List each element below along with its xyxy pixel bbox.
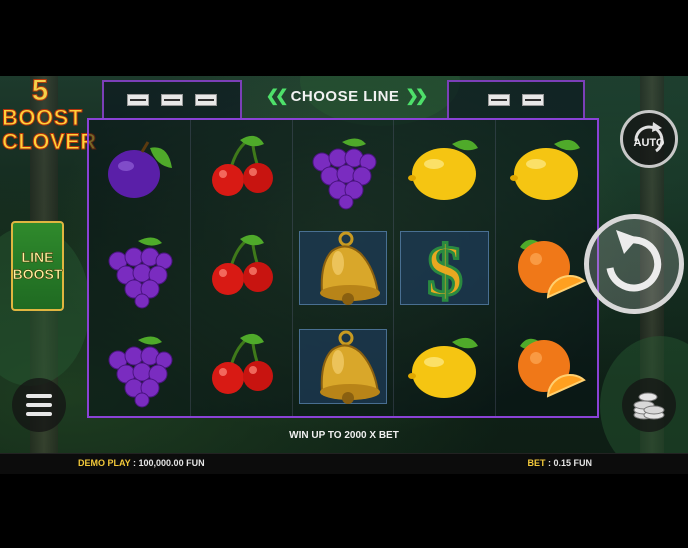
reel-cell (293, 219, 394, 318)
coin-stack-icon (633, 392, 665, 420)
bet-label: BET (527, 458, 546, 468)
logo-number: 5 (31, 74, 49, 107)
bet-value: : 0.15 FUN (547, 458, 592, 468)
demo-play-value: : 100,000.00 FUN (133, 458, 205, 468)
choose-line-label: CHOOSE LINE (290, 87, 400, 105)
line-option-icon[interactable] (488, 94, 510, 106)
demo-play-label: DEMO PLAY (78, 458, 131, 468)
svg-text:$: $ (427, 231, 463, 309)
reel-cell (293, 317, 394, 416)
line-option-icon[interactable] (522, 94, 544, 106)
reel-cell (496, 317, 597, 416)
bell-icon (302, 326, 384, 408)
grapes-icon (302, 128, 384, 210)
line-boost-label-2: BOOST (12, 266, 63, 283)
line-boost-label-1: LINE (21, 249, 54, 266)
cherry-icon (200, 128, 282, 210)
auto-label: AUTO (633, 137, 665, 149)
line-tabs-right (447, 80, 585, 118)
lemon-icon (404, 128, 486, 210)
choose-line-selector[interactable]: ❮❮ CHOOSE LINE ❯❯ (262, 84, 428, 108)
orange-icon (506, 326, 588, 408)
max-win-text: WIN UP TO 2000 X BET (289, 430, 399, 441)
reel-cell (293, 120, 394, 219)
orange-icon (506, 227, 588, 309)
line-option-icon[interactable] (195, 94, 217, 106)
lemon-icon (506, 128, 588, 210)
grapes-icon (98, 227, 180, 309)
chevron-left-icon[interactable]: ❮❮ (266, 86, 289, 106)
line-option-icon[interactable] (161, 94, 183, 106)
line-boost-button[interactable]: LINE BOOST (11, 221, 64, 311)
dollar-icon: $ (404, 227, 486, 313)
cherry-icon (200, 227, 282, 309)
reel-cell: $ (394, 219, 495, 318)
bet-settings-button[interactable] (622, 378, 676, 432)
reel-cell (394, 120, 495, 219)
reel-cell (89, 219, 190, 318)
reel-cell (191, 219, 292, 318)
reel-cell (191, 120, 292, 219)
reel-grid: $ (87, 118, 599, 418)
spin-arrow-icon (606, 230, 662, 292)
spin-button[interactable] (584, 214, 684, 314)
demo-balance: DEMO PLAY : 100,000.00 FUN (78, 458, 205, 468)
auto-spin-button[interactable]: AUTO (620, 110, 678, 168)
reel: $ (394, 120, 497, 416)
reel-cell (89, 120, 190, 219)
logo-line2: CLOVER (2, 129, 97, 154)
lemon-icon (404, 326, 486, 408)
reel-cell (394, 317, 495, 416)
grapes-icon (98, 326, 180, 408)
bell-icon (302, 227, 384, 309)
reel-cell (496, 120, 597, 219)
reel (89, 120, 191, 416)
logo-line1: BOOST (2, 105, 83, 130)
plum-icon (98, 128, 180, 210)
line-option-icon[interactable] (127, 94, 149, 106)
menu-button[interactable] (12, 378, 66, 432)
reel (496, 120, 597, 416)
game-logo: 5 BOOST CLOVER (2, 74, 97, 164)
chevron-right-icon[interactable]: ❯❯ (405, 86, 428, 106)
bet-display: BET : 0.15 FUN (527, 458, 592, 468)
line-tabs-left (102, 80, 242, 118)
reel-cell (191, 317, 292, 416)
reel (191, 120, 293, 416)
hamburger-menu-icon (26, 394, 52, 416)
reel-cell (496, 219, 597, 318)
cherry-icon (200, 326, 282, 408)
reel (293, 120, 395, 416)
reel-cell (89, 317, 190, 416)
